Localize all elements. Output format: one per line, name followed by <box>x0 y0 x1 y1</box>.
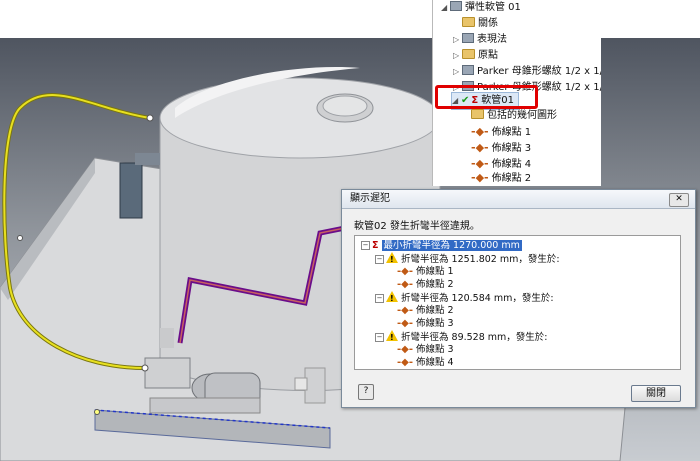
close-icon[interactable]: ✕ <box>669 193 689 207</box>
tree-item-fitting-1[interactable]: ▷ Parker 母錐形螺紋 1/2 x 1/ <box>453 64 601 80</box>
collapse-icon[interactable]: − <box>375 294 384 303</box>
route-point-icon: -◆- <box>397 305 413 316</box>
collapse-icon[interactable]: − <box>375 255 384 264</box>
hose-segment-icon: Σ <box>372 240 379 251</box>
route-point-icon: -◆- <box>471 171 489 184</box>
expand-arrow-icon[interactable]: ▷ <box>453 64 462 80</box>
expand-arrow-icon[interactable]: ▷ <box>453 32 462 48</box>
tree-item-included-geometry[interactable]: 包括的幾何圖形 <box>471 108 557 124</box>
collapse-arrow-icon[interactable]: ◢ <box>441 0 450 16</box>
route-point-item[interactable]: -◆- 佈線點 1 <box>397 265 454 278</box>
route-point-item[interactable]: -◆- 佈線點 2 <box>397 304 454 317</box>
collapse-icon[interactable]: − <box>361 241 370 250</box>
tree-item-representations[interactable]: ▷ 表現法 <box>453 32 507 48</box>
folder-icon <box>462 17 475 27</box>
route-point-item[interactable]: -◆- 佈線點 2 <box>397 278 454 291</box>
highlight-annotation-box <box>435 85 538 109</box>
violation-group[interactable]: −折彎半徑為 1251.802 mm，發生於: <box>375 252 560 266</box>
route-point-item[interactable]: -◆- 佈線點 4 <box>397 356 454 369</box>
route-point-icon: -◆- <box>471 125 489 138</box>
tree-item-route-point[interactable]: -◆- 佈線點 2 <box>471 170 531 186</box>
violation-group[interactable]: −折彎半徑為 120.584 mm，發生於: <box>375 291 554 305</box>
route-point-icon: -◆- <box>397 279 413 290</box>
warning-icon <box>386 252 398 266</box>
assembly-icon <box>450 1 462 11</box>
fitting-icon <box>462 65 474 75</box>
violation-summary: 軟管02 發生折彎半徑違規。 <box>354 221 480 232</box>
expand-arrow-icon[interactable]: ▷ <box>453 48 462 64</box>
tree-root-hose-assembly[interactable]: ◢ 彈性軟管 01 <box>441 0 521 16</box>
folder-icon <box>471 109 484 119</box>
folder-icon <box>462 49 475 59</box>
tree-item-origin[interactable]: ▷ 原點 <box>453 48 498 64</box>
collapse-icon[interactable]: − <box>375 333 384 342</box>
violation-group[interactable]: −折彎半徑為 89.528 mm，發生於: <box>375 330 548 344</box>
representations-icon <box>462 33 474 43</box>
route-point-icon: -◆- <box>397 357 413 368</box>
route-point-item[interactable]: -◆- 佈線點 3 <box>397 317 454 330</box>
route-point-icon: -◆- <box>397 318 413 329</box>
warning-icon <box>386 291 398 305</box>
tree-item-route-point[interactable]: -◆- 佈線點 3 <box>471 140 531 156</box>
route-point-item[interactable]: -◆- 佈線點 3 <box>397 343 454 356</box>
help-button[interactable]: ? <box>358 384 374 400</box>
tree-item-route-point[interactable]: -◆- 佈線點 1 <box>471 124 531 140</box>
tree-item-relationships[interactable]: 關係 <box>453 16 498 32</box>
route-point-icon: -◆- <box>471 141 489 154</box>
tree-root-min-radius[interactable]: − Σ 最小折彎半徑為 1270.000 mm <box>361 239 522 252</box>
warning-icon <box>386 330 398 344</box>
route-point-icon: -◆- <box>471 157 489 170</box>
route-point-icon: -◆- <box>397 344 413 355</box>
route-point-icon: -◆- <box>397 266 413 277</box>
close-button[interactable]: 關閉 <box>631 385 681 402</box>
violations-dialog: 顯示遲犯 ✕ 軟管02 發生折彎半徑違規。 − Σ 最小折彎半徑為 1270.000… <box>341 189 696 408</box>
violation-tree: −Σ最小折彎半徑為 1270.000 mm −折彎半徑為 1251.802 mm… <box>354 235 681 370</box>
dialog-title[interactable]: 顯示遲犯 <box>342 190 695 209</box>
